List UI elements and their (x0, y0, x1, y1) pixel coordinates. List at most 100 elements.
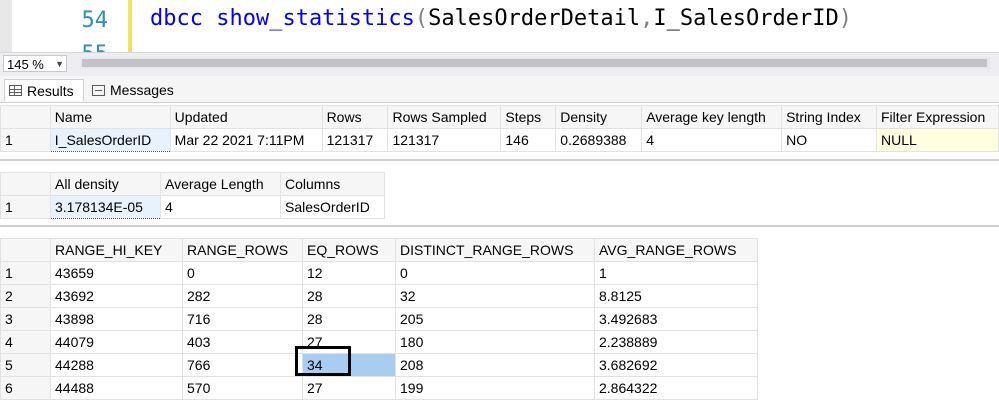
column-header[interactable]: RANGE_ROWS (182, 238, 303, 262)
table-cell[interactable]: 2.864322 (594, 376, 758, 400)
column-header[interactable]: Columns (280, 172, 385, 196)
scrollbar-thumb[interactable] (82, 59, 987, 67)
editor-margin (0, 0, 12, 52)
grid-corner[interactable] (0, 172, 51, 196)
table-cell[interactable]: 180 (395, 330, 595, 354)
table-cell[interactable]: 0 (395, 261, 595, 285)
table-cell[interactable]: 3.492683 (594, 307, 758, 331)
table-cell[interactable]: 570 (182, 376, 303, 400)
table-cell[interactable]: 28 (302, 284, 396, 308)
table-cell[interactable]: 43898 (50, 307, 183, 331)
row-number[interactable]: 2 (0, 284, 51, 308)
density-grid[interactable]: All density Average Length Columns 1 3.1… (0, 172, 385, 219)
table-cell[interactable]: 8.8125 (594, 284, 758, 308)
table-cell[interactable]: 199 (395, 376, 595, 400)
row-number[interactable]: 6 (0, 376, 51, 400)
table-cell[interactable]: 32 (395, 284, 595, 308)
table-cell[interactable]: 282 (182, 284, 303, 308)
row-number[interactable]: 3 (0, 307, 51, 331)
change-indicator (128, 0, 132, 52)
column-header[interactable]: Steps (500, 105, 557, 129)
table-row[interactable]: 2 43692 282 28 32 8.8125 (0, 284, 758, 308)
column-header[interactable]: Density (555, 105, 643, 129)
table-row[interactable]: 1 I_SalesOrderID Mar 22 2021 7:11PM 1213… (0, 128, 999, 152)
code-line[interactable]: dbcc show_statistics(SalesOrderDetail,I_… (150, 6, 852, 31)
row-number[interactable]: 1 (0, 195, 51, 219)
table-cell[interactable]: 146 (500, 128, 557, 152)
column-header[interactable]: Updated (169, 105, 323, 129)
zoom-value: 145 % (7, 57, 44, 72)
grid-icon (9, 85, 22, 96)
table-row[interactable]: 3 43898 716 28 205 3.492683 (0, 307, 758, 331)
column-header[interactable]: Rows (321, 105, 389, 129)
table-row[interactable]: 5 44288 766 34 208 3.682692 (0, 353, 758, 377)
table-cell[interactable]: I_SalesOrderID (49, 128, 171, 152)
table-cell[interactable]: 44288 (50, 353, 183, 377)
query-editor[interactable]: 54 55 dbcc show_statistics(SalesOrderDet… (0, 0, 999, 52)
table-cell[interactable]: NULL (876, 128, 999, 152)
table-cell[interactable]: Mar 22 2021 7:11PM (169, 128, 323, 152)
table-cell[interactable]: 27 (302, 330, 396, 354)
column-header[interactable]: All density (50, 172, 161, 196)
zoom-select[interactable]: 145 % ▼ (3, 55, 67, 72)
row-number[interactable]: 1 (0, 128, 51, 152)
column-header[interactable]: DISTINCT_RANGE_ROWS (395, 238, 595, 262)
column-header[interactable]: Name (49, 105, 171, 129)
column-header[interactable]: AVG_RANGE_ROWS (594, 238, 758, 262)
grid-splitter[interactable] (0, 159, 999, 161)
header-row: RANGE_HI_KEY RANGE_ROWS EQ_ROWS DISTINCT… (0, 238, 758, 262)
table-cell[interactable]: 27 (302, 376, 396, 400)
row-number[interactable]: 1 (0, 261, 51, 285)
tab-messages[interactable]: Messages (88, 79, 180, 101)
table-cell[interactable]: 3.682692 (594, 353, 758, 377)
histogram-grid[interactable]: RANGE_HI_KEY RANGE_ROWS EQ_ROWS DISTINCT… (0, 238, 758, 400)
tab-results[interactable]: Results (4, 79, 84, 101)
table-cell[interactable]: 44079 (50, 330, 183, 354)
table-row[interactable]: 1 43659 0 12 0 1 (0, 261, 758, 285)
chevron-down-icon[interactable]: ▼ (55, 56, 64, 73)
tab-label: Results (27, 82, 74, 99)
table-cell[interactable]: SalesOrderID (280, 195, 385, 219)
table-cell[interactable]: 4 (641, 128, 783, 152)
row-number[interactable]: 4 (0, 330, 51, 354)
table-cell[interactable]: 44488 (50, 376, 183, 400)
column-header[interactable]: Filter Expression (876, 105, 999, 129)
column-header[interactable]: Rows Sampled (387, 105, 502, 129)
table-cell[interactable]: NO (781, 128, 877, 152)
table-cell[interactable]: 43692 (50, 284, 183, 308)
grid-corner[interactable] (0, 238, 51, 262)
column-header[interactable]: String Index (781, 105, 877, 129)
table-cell[interactable]: 1 (594, 261, 758, 285)
table-cell[interactable]: 403 (182, 330, 303, 354)
table-cell[interactable]: 4 (160, 195, 281, 219)
table-cell[interactable]: 0 (182, 261, 303, 285)
table-cell[interactable]: 12 (302, 261, 396, 285)
horizontal-scrollbar[interactable] (80, 57, 990, 69)
table-cell[interactable]: 766 (182, 353, 303, 377)
column-header[interactable]: Average Length (160, 172, 281, 196)
grid-splitter[interactable] (0, 225, 999, 227)
table-cell[interactable]: 121317 (321, 128, 389, 152)
grid-corner[interactable] (0, 105, 51, 129)
table-cell[interactable]: 121317 (387, 128, 502, 152)
selected-cell[interactable]: 34 (302, 353, 396, 377)
table-row[interactable]: 1 3.178134E-05 4 SalesOrderID (0, 195, 385, 219)
table-row[interactable]: 6 44488 570 27 199 2.864322 (0, 376, 758, 400)
table-cell[interactable]: 28 (302, 307, 396, 331)
table-cell[interactable]: 3.178134E-05 (50, 195, 161, 219)
code-punct: , (640, 6, 654, 31)
results-tabs: Results Messages (0, 76, 999, 103)
column-header[interactable]: Average key length (641, 105, 783, 129)
table-cell[interactable]: 208 (395, 353, 595, 377)
table-cell[interactable]: 43659 (50, 261, 183, 285)
column-header[interactable]: RANGE_HI_KEY (50, 238, 183, 262)
table-cell[interactable]: 2.238889 (594, 330, 758, 354)
column-header[interactable]: EQ_ROWS (302, 238, 396, 262)
stats-header-grid[interactable]: Name Updated Rows Rows Sampled Steps Den… (0, 105, 999, 152)
row-number[interactable]: 5 (0, 353, 51, 377)
table-cell[interactable]: 0.2689388 (555, 128, 643, 152)
line-number: 54 (81, 8, 109, 33)
table-row[interactable]: 4 44079 403 27 180 2.238889 (0, 330, 758, 354)
table-cell[interactable]: 205 (395, 307, 595, 331)
table-cell[interactable]: 716 (182, 307, 303, 331)
